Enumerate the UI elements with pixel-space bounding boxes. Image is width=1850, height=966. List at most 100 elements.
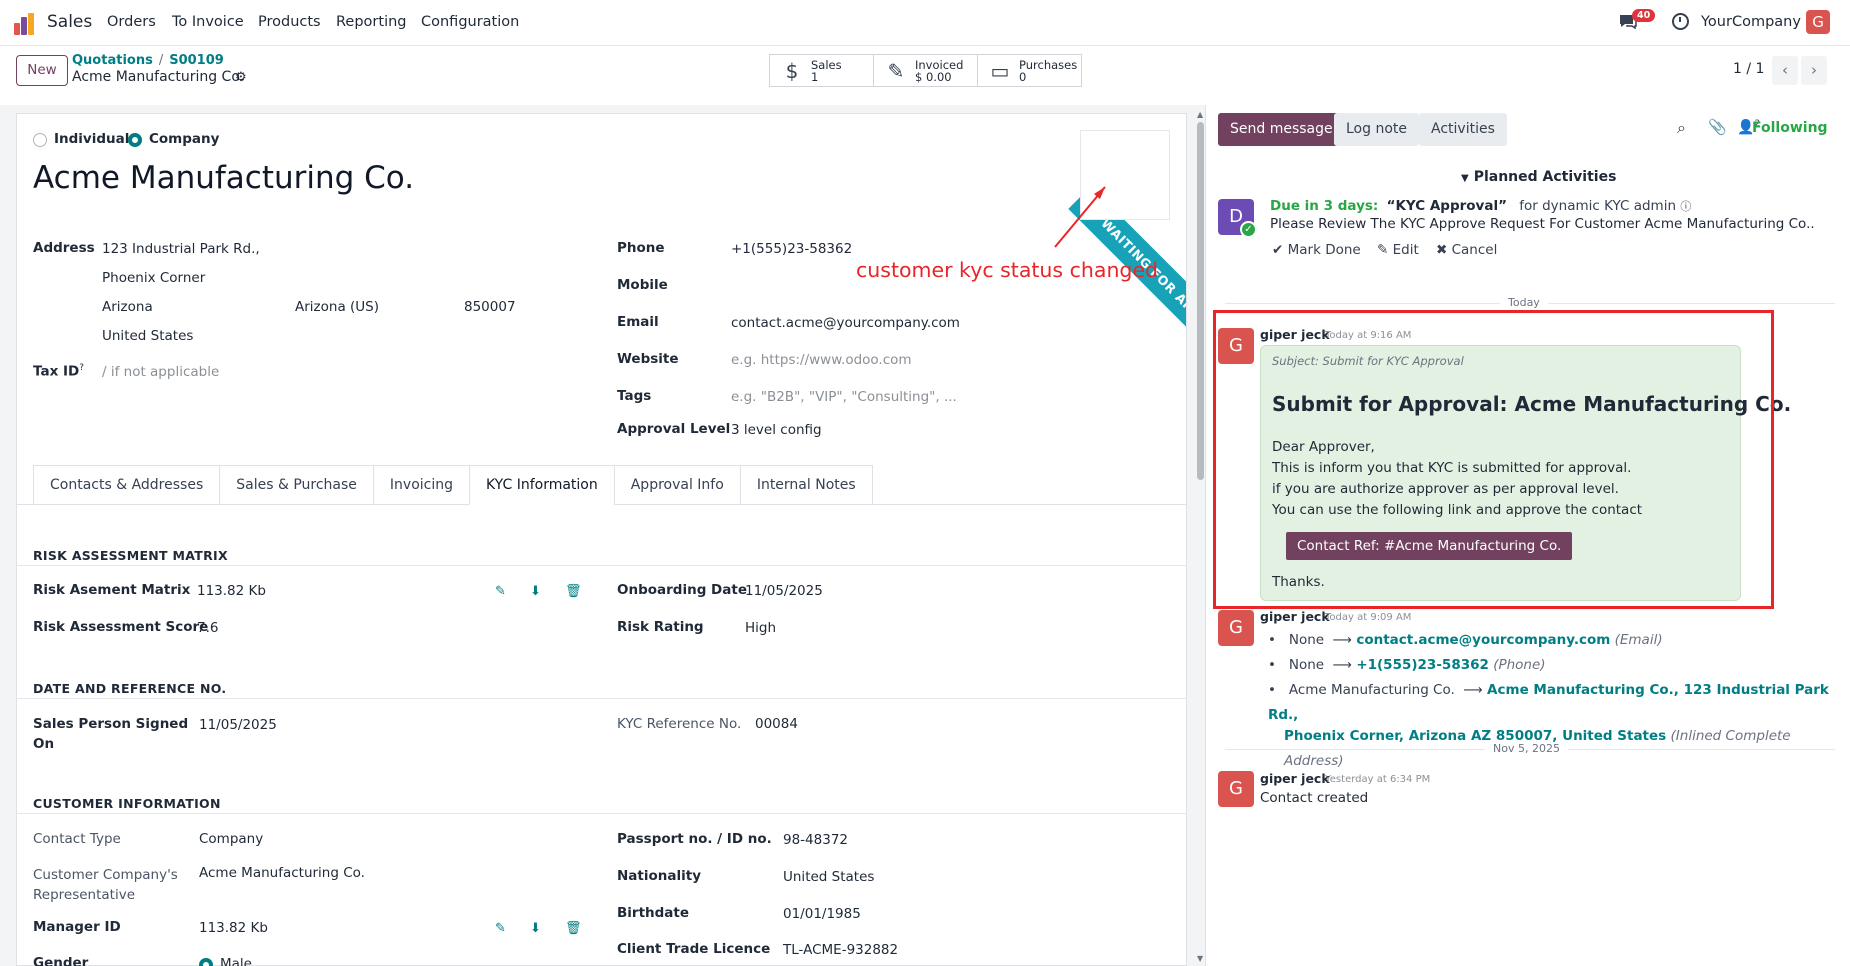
customer-section-divider	[16, 813, 1186, 814]
pager-prev-icon[interactable]: ‹	[1772, 56, 1798, 85]
message-author[interactable]: giper jeck	[1260, 771, 1330, 786]
radio-company-label: Company	[149, 131, 220, 147]
tab-internal-notes[interactable]: Internal Notes	[739, 465, 873, 505]
risk-score-field[interactable]: 7.6	[197, 620, 218, 636]
smart-button-sales[interactable]: $ Sales 1	[769, 54, 874, 87]
edit-pencil-icon[interactable]: ✎	[495, 584, 506, 599]
representative-label: Customer Company's Representative	[33, 867, 178, 903]
planned-activities-toggle[interactable]: ▼ Planned Activities	[1461, 169, 1616, 185]
company-switcher[interactable]: YourCompany	[1701, 14, 1801, 30]
trash-icon[interactable]: 🗑	[565, 584, 582, 599]
breadcrumb: Quotations / S00109	[72, 53, 224, 68]
partner-name[interactable]: Acme Manufacturing Co.	[33, 160, 414, 196]
street-field[interactable]: 123 Industrial Park Rd.,	[102, 241, 260, 257]
menu-reporting[interactable]: Reporting	[336, 14, 407, 30]
smart-button-purchases[interactable]: ▭ Purchases 0	[977, 54, 1082, 87]
new-button[interactable]: New	[16, 55, 68, 86]
date-section-divider	[16, 698, 1186, 699]
date-section-title: DATE AND REFERENCE NO.	[33, 681, 227, 696]
mobile-field[interactable]	[731, 277, 981, 295]
kyc-reference-field[interactable]: 00084	[755, 716, 798, 732]
pager-value[interactable]: 1 / 1	[1733, 61, 1764, 77]
tab-kyc-information[interactable]: KYC Information	[469, 465, 614, 505]
gear-icon[interactable]: ⚙	[235, 70, 247, 85]
approval-level-field[interactable]: 3 level config	[731, 422, 822, 438]
following-button[interactable]: Following	[1752, 120, 1828, 136]
highlight-box	[1213, 310, 1774, 609]
manager-id-file: 113.82 Kb	[199, 920, 268, 936]
smart-button-invoiced[interactable]: ✎ Invoiced $ 0.00	[873, 54, 978, 87]
menu-to-invoice[interactable]: To Invoice	[172, 14, 244, 30]
representative-field[interactable]: Acme Manufacturing Co.	[199, 865, 365, 881]
radio-company[interactable]	[128, 133, 142, 147]
breadcrumb-quotations[interactable]: Quotations	[72, 53, 153, 68]
activity-description: Please Review The KYC Approve Request Fo…	[1270, 216, 1815, 232]
city-field[interactable]: Arizona	[102, 299, 153, 315]
breadcrumb-order[interactable]: S00109	[169, 53, 224, 68]
app-name[interactable]: Sales	[47, 12, 92, 32]
mobile-label: Mobile	[617, 277, 668, 293]
street2-field[interactable]: Phoenix Corner	[102, 270, 205, 286]
email-field[interactable]: contact.acme@yourcompany.com	[731, 315, 960, 331]
address-label: Address	[33, 240, 95, 256]
pager-next-icon[interactable]: ›	[1801, 56, 1827, 85]
tax-id-label: Tax ID?	[33, 363, 84, 380]
radio-individual[interactable]	[33, 133, 47, 147]
activity-clock-icon[interactable]	[1672, 13, 1689, 30]
message-author[interactable]: giper jeck	[1260, 609, 1330, 624]
date-nov5: Nov 5, 2025	[1485, 742, 1568, 755]
nationality-field[interactable]: United States	[783, 869, 874, 885]
user-avatar[interactable]: G	[1806, 10, 1830, 34]
menu-products[interactable]: Products	[258, 14, 321, 30]
approval-level-label: Approval Level	[617, 421, 731, 437]
download-icon[interactable]: ⬇	[530, 921, 541, 936]
passport-field[interactable]: 98-48372	[783, 832, 848, 848]
edit-activity-button[interactable]: ✎ Edit	[1377, 242, 1419, 258]
trash-icon[interactable]: 🗑	[565, 921, 582, 936]
risk-score-label: Risk Assessment Score	[33, 619, 209, 635]
contact-type-field[interactable]: Company	[199, 831, 263, 847]
zip-field[interactable]: 850007	[464, 299, 516, 315]
log-note-button[interactable]: Log note	[1334, 113, 1419, 146]
trade-licence-field[interactable]: TL-ACME-932882	[783, 942, 898, 958]
kyc-reference-label: KYC Reference No.	[617, 716, 742, 732]
message-time: Yesterday at 6:34 PM	[1325, 774, 1431, 785]
edit-pencil-icon[interactable]: ✎	[495, 921, 506, 936]
phone-field[interactable]: +1(555)23-58362	[731, 241, 852, 257]
date-today: Today	[1500, 296, 1548, 309]
record-name: Acme Manufacturing Co.	[72, 69, 245, 85]
manager-id-label: Manager ID	[33, 919, 121, 935]
activities-button[interactable]: Activities	[1419, 113, 1507, 146]
download-icon[interactable]: ⬇	[530, 584, 541, 599]
country-field[interactable]: United States	[102, 328, 193, 344]
website-field[interactable]: e.g. https://www.odoo.com	[731, 352, 912, 368]
search-icon[interactable]: ⌕	[1677, 118, 1686, 138]
contact-type-label: Contact Type	[33, 831, 121, 847]
send-message-button[interactable]: Send message	[1218, 113, 1345, 146]
paperclip-icon[interactable]: 📎	[1708, 118, 1727, 136]
risk-matrix-label: Risk Asement Matrix	[33, 582, 191, 598]
menu-configuration[interactable]: Configuration	[421, 14, 519, 30]
notebook-tabs: Contacts & Addresses Sales & Purchase In…	[33, 465, 873, 505]
menu-orders[interactable]: Orders	[107, 14, 156, 30]
risk-rating-label: Risk Rating	[617, 619, 704, 635]
birthdate-field[interactable]: 01/01/1985	[783, 906, 861, 922]
tab-contacts-addresses[interactable]: Contacts & Addresses	[33, 465, 220, 505]
state-field[interactable]: Arizona (US)	[295, 299, 379, 315]
onboarding-date-field[interactable]: 11/05/2025	[745, 583, 823, 599]
form-scrollbar[interactable]: ▲ ▼	[1196, 110, 1205, 966]
tab-invoicing[interactable]: Invoicing	[372, 465, 469, 505]
tags-field[interactable]: e.g. "B2B", "VIP", "Consulting", ...	[731, 389, 957, 405]
cancel-activity-button[interactable]: ✖ Cancel	[1436, 242, 1497, 258]
tab-sales-purchase[interactable]: Sales & Purchase	[219, 465, 373, 505]
radio-gender-male[interactable]	[199, 958, 213, 966]
gender-value: Male	[220, 956, 252, 966]
dollar-icon: $	[785, 58, 799, 83]
sales-app-logo-icon[interactable]	[14, 11, 38, 35]
tab-approval-info[interactable]: Approval Info	[613, 465, 740, 505]
invoice-icon: ✎	[887, 58, 905, 83]
signed-on-field[interactable]: 11/05/2025	[199, 717, 277, 733]
risk-rating-field[interactable]: High	[745, 620, 776, 636]
tax-id-field[interactable]: / if not applicable	[102, 364, 219, 380]
mark-done-button[interactable]: ✔ Mark Done	[1272, 242, 1361, 258]
